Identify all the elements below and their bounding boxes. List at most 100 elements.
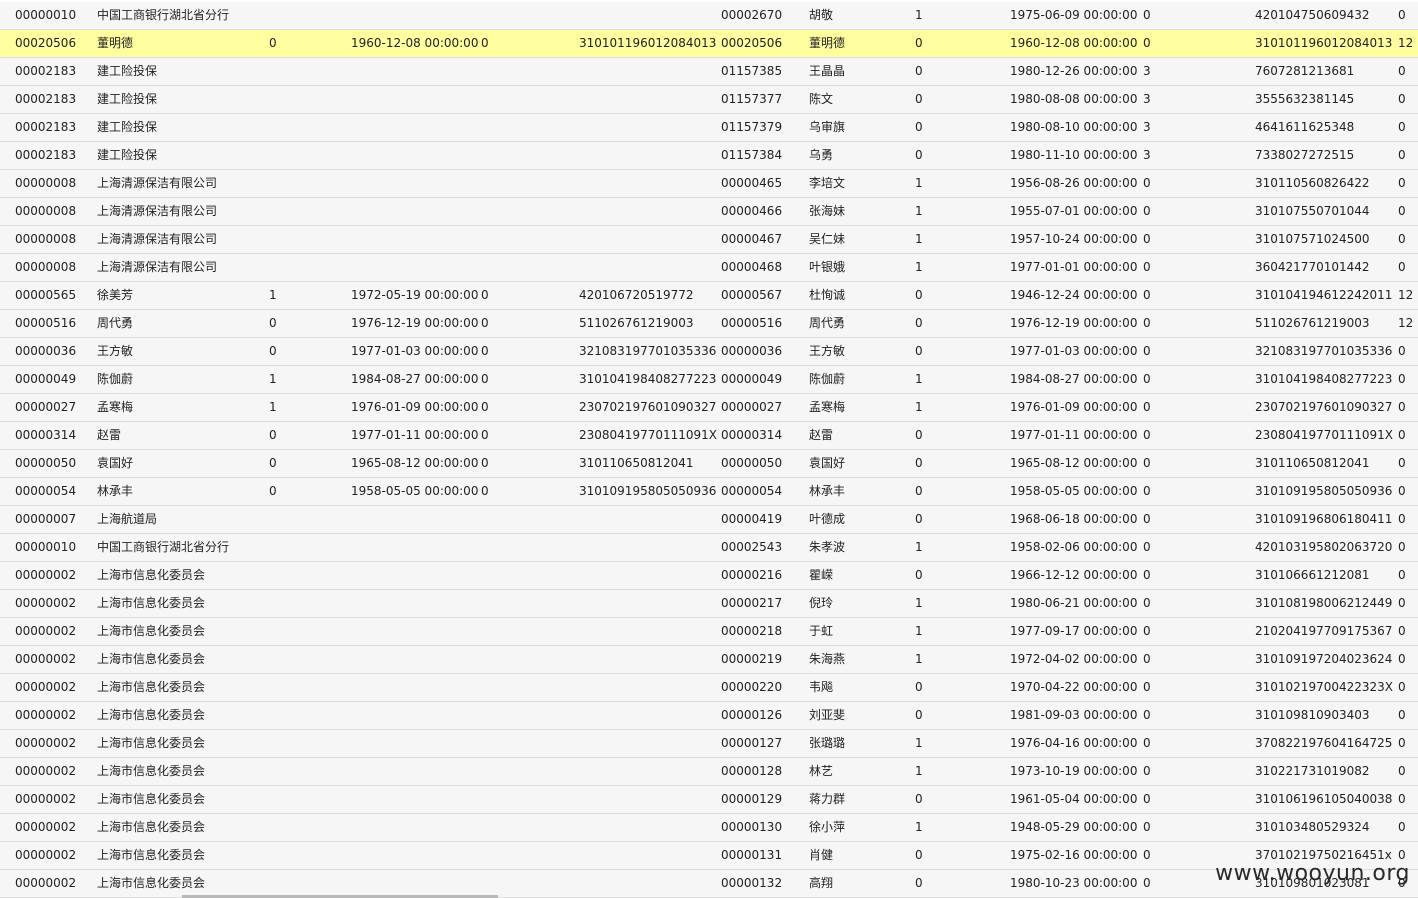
table-cell[interactable]: 12 bbox=[1398, 282, 1413, 309]
table-cell[interactable]: 00000467 bbox=[721, 226, 782, 253]
table-cell[interactable]: 7338027272515 bbox=[1255, 142, 1354, 169]
table-cell[interactable]: 00000036 bbox=[721, 338, 782, 365]
table-cell[interactable]: 3 bbox=[1143, 142, 1151, 169]
table-cell[interactable]: 1 bbox=[915, 226, 923, 253]
table-cell[interactable]: 0 bbox=[915, 338, 923, 365]
table-row[interactable]: 00000054 林承丰 0 1958-05-05 00:00:00 0 31010919… bbox=[0, 478, 1418, 506]
table-cell[interactable]: 210204197709175367 bbox=[1255, 618, 1392, 645]
table-cell[interactable]: 0 bbox=[1398, 478, 1406, 505]
table-cell[interactable]: 0 bbox=[1143, 534, 1151, 561]
table-cell[interactable]: 1984-08-27 00:00:00 bbox=[1010, 366, 1137, 393]
table-cell[interactable]: 00000516 bbox=[721, 310, 782, 337]
table-row[interactable]: 00000027 孟寒梅 1 1976-01-09 00:00:00 0 23070219… bbox=[0, 394, 1418, 422]
table-cell[interactable]: 1980-12-26 00:00:00 bbox=[1010, 58, 1137, 85]
table-row[interactable]: 00000565 徐美芳 1 1972-05-19 00:00:00 0 42010672… bbox=[0, 282, 1418, 310]
table-cell[interactable]: 上海市信息化委员会 bbox=[97, 618, 205, 645]
table-cell[interactable]: 0 bbox=[1398, 786, 1406, 813]
table-cell[interactable]: 0 bbox=[1143, 590, 1151, 617]
table-cell[interactable]: 肖健 bbox=[809, 842, 833, 869]
table-cell[interactable]: 中国工商银行湖北省分行 bbox=[97, 534, 229, 561]
table-cell[interactable]: 00000002 bbox=[15, 730, 76, 757]
table-cell[interactable]: 王晶晶 bbox=[809, 58, 845, 85]
table-cell[interactable]: 上海市信息化委员会 bbox=[97, 786, 205, 813]
table-cell[interactable]: 刘亚斐 bbox=[809, 702, 845, 729]
table-cell[interactable]: 310109195805050936 bbox=[579, 478, 716, 505]
table-cell[interactable]: 01157385 bbox=[721, 58, 782, 85]
table-cell[interactable]: 孟寒梅 bbox=[97, 394, 133, 421]
table-cell[interactable]: 0 bbox=[1398, 590, 1406, 617]
table-cell[interactable]: 0 bbox=[1398, 338, 1406, 365]
table-cell[interactable]: 倪玲 bbox=[809, 590, 833, 617]
table-cell[interactable]: 0 bbox=[1143, 730, 1151, 757]
table-cell[interactable]: 韦飚 bbox=[809, 674, 833, 701]
table-cell[interactable]: 1948-05-29 00:00:00 bbox=[1010, 814, 1137, 841]
table-cell[interactable]: 321083197701035336 bbox=[1255, 338, 1392, 365]
table-cell[interactable]: 00000008 bbox=[15, 198, 76, 225]
table-cell[interactable]: 230702197601090327 bbox=[1255, 394, 1392, 421]
table-cell[interactable]: 1976-01-09 00:00:00 bbox=[1010, 394, 1137, 421]
table-cell[interactable]: 00000008 bbox=[15, 254, 76, 281]
table-row[interactable]: 00002183 建工险投保 01157377 陈文 0 1980-08-08 00:00… bbox=[0, 86, 1418, 114]
table-cell[interactable]: 1958-05-05 00:00:00 bbox=[1010, 478, 1137, 505]
table-row[interactable]: 00000007 上海航道局 00000419 叶德成 0 1968-06-18 00:0… bbox=[0, 506, 1418, 534]
table-cell[interactable]: 00000002 bbox=[15, 786, 76, 813]
table-cell[interactable]: 310106196105040038 bbox=[1255, 786, 1392, 813]
table-cell[interactable]: 310101196012084013 bbox=[579, 30, 716, 57]
table-cell[interactable]: 1976-12-19 00:00:00 bbox=[1010, 310, 1137, 337]
table-cell[interactable]: 310110560826422 bbox=[1255, 170, 1370, 197]
table-cell[interactable]: 12 bbox=[1398, 30, 1413, 57]
table-row[interactable]: 00000002 上海市信息化委员会 00000217 倪玲 1 1980-06-21 0… bbox=[0, 590, 1418, 618]
table-cell[interactable]: 1984-08-27 00:00:00 bbox=[351, 366, 478, 393]
table-cell[interactable]: 511026761219003 bbox=[579, 310, 694, 337]
table-cell[interactable]: 0 bbox=[915, 282, 923, 309]
table-cell[interactable]: 1981-09-03 00:00:00 bbox=[1010, 702, 1137, 729]
table-cell[interactable]: 360421770101442 bbox=[1255, 254, 1370, 281]
table-cell[interactable]: 0 bbox=[481, 478, 489, 505]
table-cell[interactable]: 0 bbox=[1398, 86, 1406, 113]
table-cell[interactable]: 310107550701044 bbox=[1255, 198, 1370, 225]
table-cell[interactable]: 1946-12-24 00:00:00 bbox=[1010, 282, 1137, 309]
table-cell[interactable]: 00020506 bbox=[721, 30, 782, 57]
table-cell[interactable]: 00000126 bbox=[721, 702, 782, 729]
table-cell[interactable]: 230702197601090327 bbox=[579, 394, 716, 421]
table-cell[interactable]: 1976-04-16 00:00:00 bbox=[1010, 730, 1137, 757]
table-cell[interactable]: 00000010 bbox=[15, 2, 76, 29]
table-cell[interactable]: 01157384 bbox=[721, 142, 782, 169]
table-cell[interactable]: 1 bbox=[915, 198, 923, 225]
table-cell[interactable]: 1976-12-19 00:00:00 bbox=[351, 310, 478, 337]
table-cell[interactable]: 赵雷 bbox=[809, 422, 833, 449]
table-cell[interactable]: 00000466 bbox=[721, 198, 782, 225]
table-cell[interactable]: 00000050 bbox=[721, 450, 782, 477]
table-row[interactable]: 00000516 周代勇 0 1976-12-19 00:00:00 0 51102676… bbox=[0, 310, 1418, 338]
table-row[interactable]: 00000050 袁国好 0 1965-08-12 00:00:00 0 31011065… bbox=[0, 450, 1418, 478]
table-cell[interactable]: 00000049 bbox=[15, 366, 76, 393]
table-cell[interactable]: 林艺 bbox=[809, 758, 833, 785]
table-cell[interactable]: 0 bbox=[1398, 646, 1406, 673]
table-cell[interactable]: 310104198408277223 bbox=[1255, 366, 1392, 393]
table-cell[interactable]: 00000419 bbox=[721, 506, 782, 533]
table-cell[interactable]: 0 bbox=[1398, 58, 1406, 85]
table-cell[interactable]: 0 bbox=[1143, 702, 1151, 729]
table-cell[interactable]: 上海市信息化委员会 bbox=[97, 702, 205, 729]
table-cell[interactable]: 1975-06-09 00:00:00 bbox=[1010, 2, 1137, 29]
table-cell[interactable]: 杜恂诚 bbox=[809, 282, 845, 309]
table-cell[interactable]: 1 bbox=[915, 170, 923, 197]
table-cell[interactable]: 00000007 bbox=[15, 506, 76, 533]
table-row[interactable]: 00002183 建工险投保 01157385 王晶晶 0 1980-12-26 00:0… bbox=[0, 58, 1418, 86]
table-cell[interactable]: 于虹 bbox=[809, 618, 833, 645]
table-cell[interactable]: 周代勇 bbox=[809, 310, 845, 337]
table-cell[interactable]: 1977-01-11 00:00:00 bbox=[351, 422, 478, 449]
table-cell[interactable]: 0 bbox=[1398, 226, 1406, 253]
table-cell[interactable]: 上海清源保洁有限公司 bbox=[97, 198, 217, 225]
table-cell[interactable]: 0 bbox=[481, 422, 489, 449]
table-cell[interactable]: 1980-08-08 00:00:00 bbox=[1010, 86, 1137, 113]
table-cell[interactable]: 00000131 bbox=[721, 842, 782, 869]
table-cell[interactable]: 建工险投保 bbox=[97, 114, 157, 141]
table-cell[interactable]: 叶银娥 bbox=[809, 254, 845, 281]
table-cell[interactable]: 上海市信息化委员会 bbox=[97, 674, 205, 701]
table-cell[interactable]: 0 bbox=[269, 450, 277, 477]
table-cell[interactable]: 0 bbox=[915, 674, 923, 701]
table-cell[interactable]: 310109196806180411 bbox=[1255, 506, 1392, 533]
table-cell[interactable]: 1976-01-09 00:00:00 bbox=[351, 394, 478, 421]
table-cell[interactable]: 0 bbox=[1398, 2, 1406, 29]
